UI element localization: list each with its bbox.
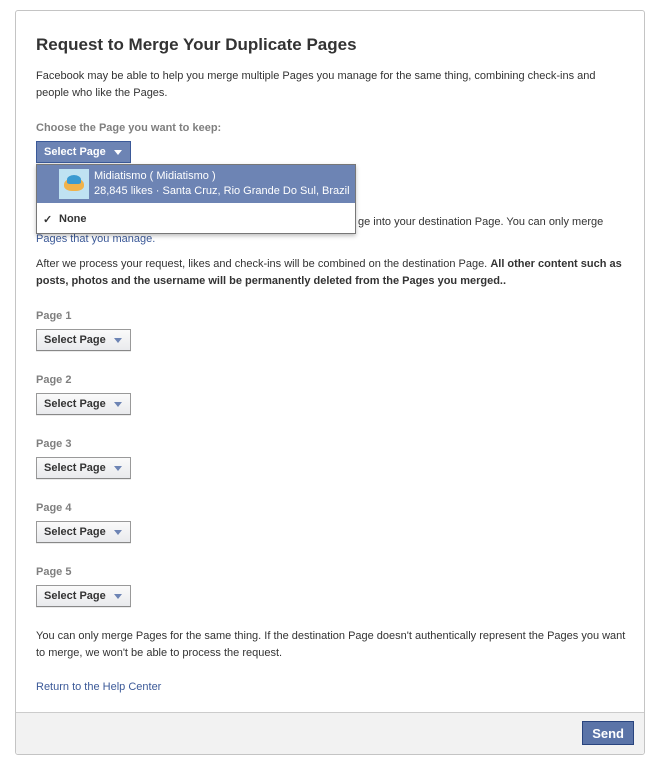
merge-dialog: Request to Merge Your Duplicate Pages Fa… — [15, 10, 645, 755]
chevron-down-icon — [113, 337, 122, 343]
after-process-normal: After we process your request, likes and… — [36, 258, 491, 270]
dropdown-item-page-meta: 28,845 likes · Santa Cruz, Rio Grande Do… — [94, 185, 350, 197]
page-1-select[interactable]: Select Page — [36, 329, 131, 351]
merge-info-text: ge into your destination Page. You can o… — [358, 216, 604, 228]
send-button[interactable]: Send — [582, 721, 634, 745]
help-center-link[interactable]: Return to the Help Center — [36, 681, 161, 693]
page-3-label: Page 3 — [36, 438, 72, 450]
page-2-select-label: Select Page — [44, 398, 106, 410]
page-2-label: Page 2 — [36, 374, 72, 386]
page-5-select[interactable]: Select Page — [36, 585, 131, 607]
after-process-tail: . — [503, 275, 507, 287]
checkmark-icon: ✓ — [43, 213, 53, 226]
page-5-select-label: Select Page — [44, 590, 106, 602]
dropdown-item-midiatismo[interactable]: Midiatismo ( Midiatismo ) 28,845 likes ·… — [37, 165, 355, 203]
page-2-select[interactable]: Select Page — [36, 393, 131, 415]
dialog-title: Request to Merge Your Duplicate Pages — [36, 35, 357, 54]
page-1-label: Page 1 — [36, 310, 72, 322]
page-1-select-label: Select Page — [44, 334, 106, 346]
page-4-select-label: Select Page — [44, 526, 106, 538]
page-4-select[interactable]: Select Page — [36, 521, 131, 543]
keep-page-select[interactable]: Select Page — [36, 141, 131, 163]
chevron-down-icon — [113, 529, 122, 535]
help-link-line: Return to the Help Center — [36, 679, 626, 696]
page-4-label: Page 4 — [36, 502, 72, 514]
dropdown-item-page-name: Midiatismo ( Midiatismo ) — [94, 170, 216, 182]
chevron-down-icon — [113, 401, 122, 407]
chevron-down-icon — [113, 149, 122, 155]
page-3-select[interactable]: Select Page — [36, 457, 131, 479]
page-3-select-label: Select Page — [44, 462, 106, 474]
chevron-down-icon — [113, 593, 122, 599]
keep-page-label: Choose the Page you want to keep: — [36, 122, 222, 134]
dropdown-item-none[interactable]: ✓ None — [37, 209, 87, 229]
disclaimer-text: You can only merge Pages for the same th… — [36, 630, 626, 659]
keep-page-select-label: Select Page — [44, 146, 106, 158]
page-5-label: Page 5 — [36, 566, 72, 578]
dropdown-item-none-label: None — [59, 213, 87, 225]
keep-page-dropdown-menu: Midiatismo ( Midiatismo ) 28,845 likes ·… — [36, 164, 356, 234]
intro-text: Facebook may be able to help you merge m… — [36, 70, 596, 99]
dialog-footer: Send — [16, 712, 644, 754]
chevron-down-icon — [113, 465, 122, 471]
after-process-text: After we process your request, likes and… — [36, 256, 626, 290]
pages-you-manage-link[interactable]: Pages that you manage. — [36, 233, 155, 245]
turtle-logo-icon — [59, 169, 89, 199]
